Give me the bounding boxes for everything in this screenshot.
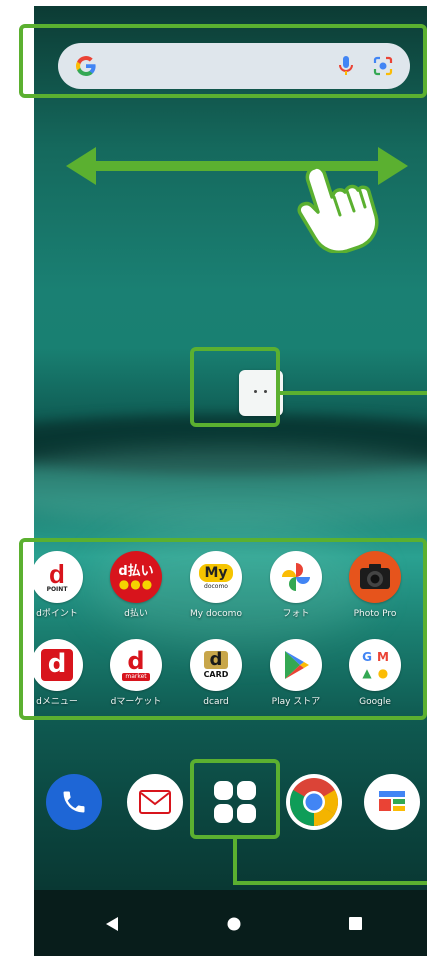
home-icon[interactable] xyxy=(227,917,241,931)
google-search-bar[interactable] xyxy=(58,43,410,89)
connector-line-drawer-horizontal xyxy=(233,881,427,885)
connector-line-drawer-vertical xyxy=(233,839,237,885)
app-label: dマーケット xyxy=(110,697,162,707)
widget-eye-left xyxy=(254,390,257,393)
meet-mini-icon: ● xyxy=(377,666,389,680)
recents-icon[interactable] xyxy=(349,917,362,930)
app-label: Play ストア xyxy=(271,697,321,707)
mail-app[interactable] xyxy=(127,774,183,830)
dcard-icon: d CARD xyxy=(190,639,242,691)
back-icon[interactable] xyxy=(105,916,119,932)
app-photos[interactable]: フォト xyxy=(258,551,334,620)
google-folder-icon: G M ▲ ● xyxy=(349,639,401,691)
app-label: dcard xyxy=(203,697,229,707)
dbarai-icon: d払い ●●● xyxy=(110,551,162,603)
dpoint-icon-sub: POINT xyxy=(46,586,68,593)
dcard-icon-sub: CARD xyxy=(203,670,229,679)
chrome-icon xyxy=(289,778,339,827)
app-label: dポイント xyxy=(36,609,78,619)
dpoint-icon: d POINT xyxy=(34,551,83,603)
app-photopro[interactable]: Photo Pro xyxy=(337,551,413,620)
phone-handset-icon xyxy=(63,791,85,813)
play-store-icon xyxy=(270,639,322,691)
app-dcard[interactable]: d CARD dcard xyxy=(178,639,254,708)
app-label: dメニュー xyxy=(36,697,78,707)
dmarket-icon: d market xyxy=(110,639,162,691)
app-dmenu[interactable]: d dメニュー xyxy=(34,639,95,708)
news-app[interactable] xyxy=(364,774,420,830)
mydocomo-icon: My docomo xyxy=(190,551,242,603)
app-label: フォト xyxy=(282,609,310,619)
home-widget[interactable] xyxy=(239,370,283,416)
dbarai-dots-icon: ●●● xyxy=(118,576,154,591)
dmarket-icon-letter: d xyxy=(127,647,145,675)
app-mydocomo[interactable]: My docomo My docomo xyxy=(178,551,254,620)
dcard-icon-letter: d xyxy=(204,651,228,669)
app-label: d払い xyxy=(124,609,148,619)
app-label: Google xyxy=(359,697,391,707)
dmarket-icon-sub: market xyxy=(122,673,150,681)
drive-mini-icon: ▲ xyxy=(362,666,372,680)
app-dmarket[interactable]: d market dマーケット xyxy=(98,639,174,708)
pointing-hand-icon xyxy=(297,165,379,253)
app-label: Photo Pro xyxy=(353,609,397,619)
dpoint-icon-letter: d xyxy=(49,559,65,589)
navigation-bar xyxy=(34,890,427,956)
google-g-icon xyxy=(76,56,96,76)
app-label: My docomo xyxy=(190,609,242,619)
connector-line-widget xyxy=(280,391,427,395)
photos-pinwheel-icon xyxy=(270,551,322,603)
dmenu-icon: d xyxy=(34,639,83,691)
app-dbarai[interactable]: d払い ●●● d払い xyxy=(98,551,174,620)
app-grid-icon xyxy=(214,781,256,823)
app-drawer-button[interactable] xyxy=(205,772,265,832)
gmail-mini-icon: M xyxy=(377,650,389,664)
wallpaper-wave-light xyxy=(34,446,427,526)
google-g-mini-icon: G xyxy=(362,650,372,664)
mydocomo-icon-text: My xyxy=(199,564,233,582)
widget-eye-right xyxy=(264,390,267,393)
app-playstore[interactable]: Play ストア xyxy=(258,639,334,708)
app-google-folder[interactable]: G M ▲ ● Google xyxy=(337,639,413,708)
phone-dialer-app[interactable] xyxy=(46,774,102,830)
news-icon xyxy=(379,791,405,811)
dmenu-icon-letter: d xyxy=(41,649,73,681)
envelope-icon xyxy=(139,790,171,814)
mydocomo-icon-sub: docomo xyxy=(204,583,228,590)
chrome-app[interactable] xyxy=(286,774,342,830)
camera-icon xyxy=(349,551,401,603)
lens-camera-icon[interactable] xyxy=(372,55,394,77)
microphone-icon[interactable] xyxy=(336,55,356,77)
dbarai-icon-text: d払い xyxy=(118,563,154,579)
app-dpoint[interactable]: d POINT dポイント xyxy=(34,551,95,620)
